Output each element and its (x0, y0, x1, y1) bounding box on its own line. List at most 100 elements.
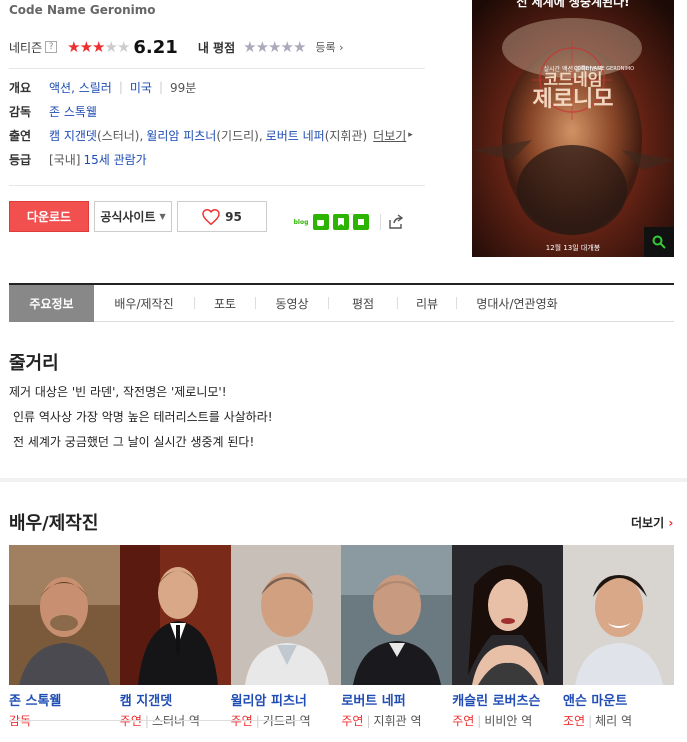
grade-region: [국내] (49, 152, 81, 167)
cast-name[interactable]: 로버트 네퍼 (341, 690, 452, 709)
synopsis-line: 전 세계가 궁금했던 그 날이 실시간 생중계 된다! (13, 435, 255, 449)
cast-card[interactable]: 존 스톡웰 감독 (9, 545, 120, 729)
cast-card[interactable]: 캠 지갠뎃 주연 | 스터너 역 (119, 545, 231, 729)
star-icon[interactable]: ★ (280, 38, 293, 56)
cast-name[interactable]: 윌리암 피츠너 (231, 690, 342, 709)
netizen-label: 네티즌 (9, 40, 43, 55)
tab-photo[interactable]: 포토 (195, 285, 255, 322)
help-icon[interactable]: ? (45, 41, 58, 53)
star-icon: ★ (116, 38, 130, 56)
official-site-button[interactable]: 공식사이트 ▼ (94, 201, 172, 232)
divider (9, 185, 425, 186)
cast-photo[interactable] (341, 545, 453, 685)
country-link[interactable]: 미국 (130, 79, 152, 96)
heart-icon (202, 208, 220, 225)
cast-photo[interactable] (562, 545, 674, 685)
tab-main-info[interactable]: 주요정보 (9, 285, 94, 322)
poster-release-text: 12월 13일 대개봉 (546, 243, 601, 252)
chevron-right-icon: › (668, 516, 674, 530)
cast-photo[interactable] (230, 545, 342, 685)
cast-role: (스터너), (96, 128, 144, 143)
cast-card[interactable]: 캐슬린 로버츠슨 주연 | 비비안 역 (452, 545, 563, 729)
tab-bar: 주요정보 배우/제작진 포토 동영상 평점 리뷰 명대사/연관영화 (9, 283, 674, 322)
original-title: Code Name Geronimo (9, 3, 156, 17)
info-rating: 등급 [국내] 15세 관람가 (9, 149, 147, 169)
cast-link[interactable]: 윌리암 피츠너 (146, 127, 216, 144)
share-icon[interactable] (388, 214, 404, 234)
director-link[interactable]: 존 스톡웰 (49, 103, 97, 120)
poster-title-2: 제로니모 (533, 87, 614, 112)
star-icon: ★ (92, 38, 105, 56)
cast-role: 조연 | 체리 역 (562, 714, 633, 728)
divider (9, 720, 309, 721)
rating-row: 네티즌 ? ★ ★ ★ ★ ★ 6.21 내 평점 ★ ★ ★ ★ ★ 등록 › (9, 36, 425, 58)
star-icon[interactable]: ★ (243, 38, 256, 56)
cast-role: 주연 | 비비안 역 (452, 714, 533, 728)
poster-zoom-button[interactable] (644, 227, 674, 257)
cast-name[interactable]: 캐슬린 로버츠슨 (452, 690, 563, 709)
caret-down-icon: ▼ (159, 212, 166, 221)
cast-role: (지휘관) (324, 128, 368, 143)
divider (9, 68, 425, 69)
star-icon[interactable]: ★ (293, 38, 306, 56)
synopsis-title: 줄거리 (9, 353, 59, 374)
share-icons: blog (293, 214, 369, 230)
netizen-stars: ★ ★ ★ ★ ★ (67, 38, 130, 56)
register-rating-link[interactable]: 등록 › (315, 39, 343, 55)
tab-video[interactable]: 동영상 (256, 285, 328, 322)
cast-more-link[interactable]: 더보기 › (631, 514, 673, 531)
runtime: 99분 (170, 80, 197, 95)
cast-more-link[interactable]: 더보기 (373, 127, 406, 144)
synopsis-line: 제거 대상은 '빈 라덴', 작전명은 '제로니모'! (9, 385, 227, 399)
bookmark-share-icon[interactable] (333, 214, 349, 230)
cast-photo[interactable] (9, 545, 120, 685)
cast-card[interactable]: 로버트 네퍼 주연 | 지휘관 역 (341, 545, 453, 729)
star-icon[interactable]: ★ (256, 38, 269, 56)
cast-photo[interactable] (119, 545, 231, 685)
cast-card[interactable]: 윌리암 피츠너 주연 | 기드리 역 (230, 545, 342, 729)
cast-section-title: 배우/제작진 (9, 513, 99, 534)
star-icon: ★ (67, 38, 80, 56)
download-button[interactable]: 다운로드 (9, 201, 89, 232)
star-icon[interactable]: ★ (268, 38, 281, 56)
genre-link[interactable]: 액션, 스릴러 (49, 79, 112, 96)
caret-right-icon: ▸ (408, 130, 413, 140)
movie-poster[interactable]: 전 세계에 생중계된다! 실시간 액션 블록버스터 코드네임 제로니모 CODE… (472, 0, 674, 257)
star-icon: ★ (79, 38, 93, 56)
rating-score: 6.21 (133, 36, 178, 58)
like-button[interactable]: 95 (177, 201, 267, 232)
search-icon (652, 235, 666, 249)
cafe-share-icon[interactable] (313, 214, 329, 230)
tab-quotes-related[interactable]: 명대사/연관영화 (457, 285, 577, 322)
official-site-label: 공식사이트 (100, 210, 156, 224)
grade-link[interactable]: 15세 관람가 (83, 151, 146, 168)
cast-label: 출연 (9, 128, 32, 143)
cast-card[interactable]: 앤슨 마운트 조연 | 체리 역 (562, 545, 674, 729)
cast-list: 존 스톡웰 감독 캠 지갠뎃 주연 | 스터너 역 윌리암 피츠너 주연 | 기… (9, 545, 674, 729)
info-director: 감독 존 스톡웰 (9, 101, 97, 121)
section-divider (0, 478, 687, 482)
cast-name[interactable]: 존 스톡웰 (9, 690, 120, 709)
cast-more-label: 더보기 (631, 516, 665, 530)
my-rating-stars[interactable]: ★ ★ ★ ★ ★ (243, 38, 306, 56)
cast-role: 주연 | 지휘관 역 (341, 714, 422, 728)
divider (380, 214, 381, 230)
grade-label: 등급 (9, 152, 32, 167)
cast-name[interactable]: 캠 지갠뎃 (120, 690, 231, 709)
director-label: 감독 (9, 104, 32, 119)
tab-cast-crew[interactable]: 배우/제작진 (94, 285, 194, 322)
poster-image: 전 세계에 생중계된다! 실시간 액션 블록버스터 코드네임 제로니모 CODE… (472, 0, 674, 257)
like-count: 95 (225, 209, 242, 224)
my-rating-label: 내 평점 (197, 40, 236, 55)
tab-ratings[interactable]: 평점 (329, 285, 397, 322)
cast-link[interactable]: 캠 지갠뎃 (49, 127, 97, 144)
cast-name[interactable]: 앤슨 마운트 (563, 690, 674, 709)
info-overview: 개요 액션, 스릴러 | 미국 | 99분 (9, 79, 197, 96)
cast-link[interactable]: 로버트 네퍼 (266, 127, 325, 144)
tab-reviews[interactable]: 리뷰 (398, 285, 456, 322)
cast-photo[interactable] (452, 545, 563, 685)
blog-share-icon[interactable]: blog (293, 214, 309, 230)
poster-top-text: 전 세계에 생중계된다! (516, 0, 629, 9)
memo-share-icon[interactable] (353, 214, 369, 230)
info-cast: 출연 캠 지갠뎃 (스터너), 윌리암 피츠너 (기드리), 로버트 네퍼 (지… (9, 125, 413, 145)
